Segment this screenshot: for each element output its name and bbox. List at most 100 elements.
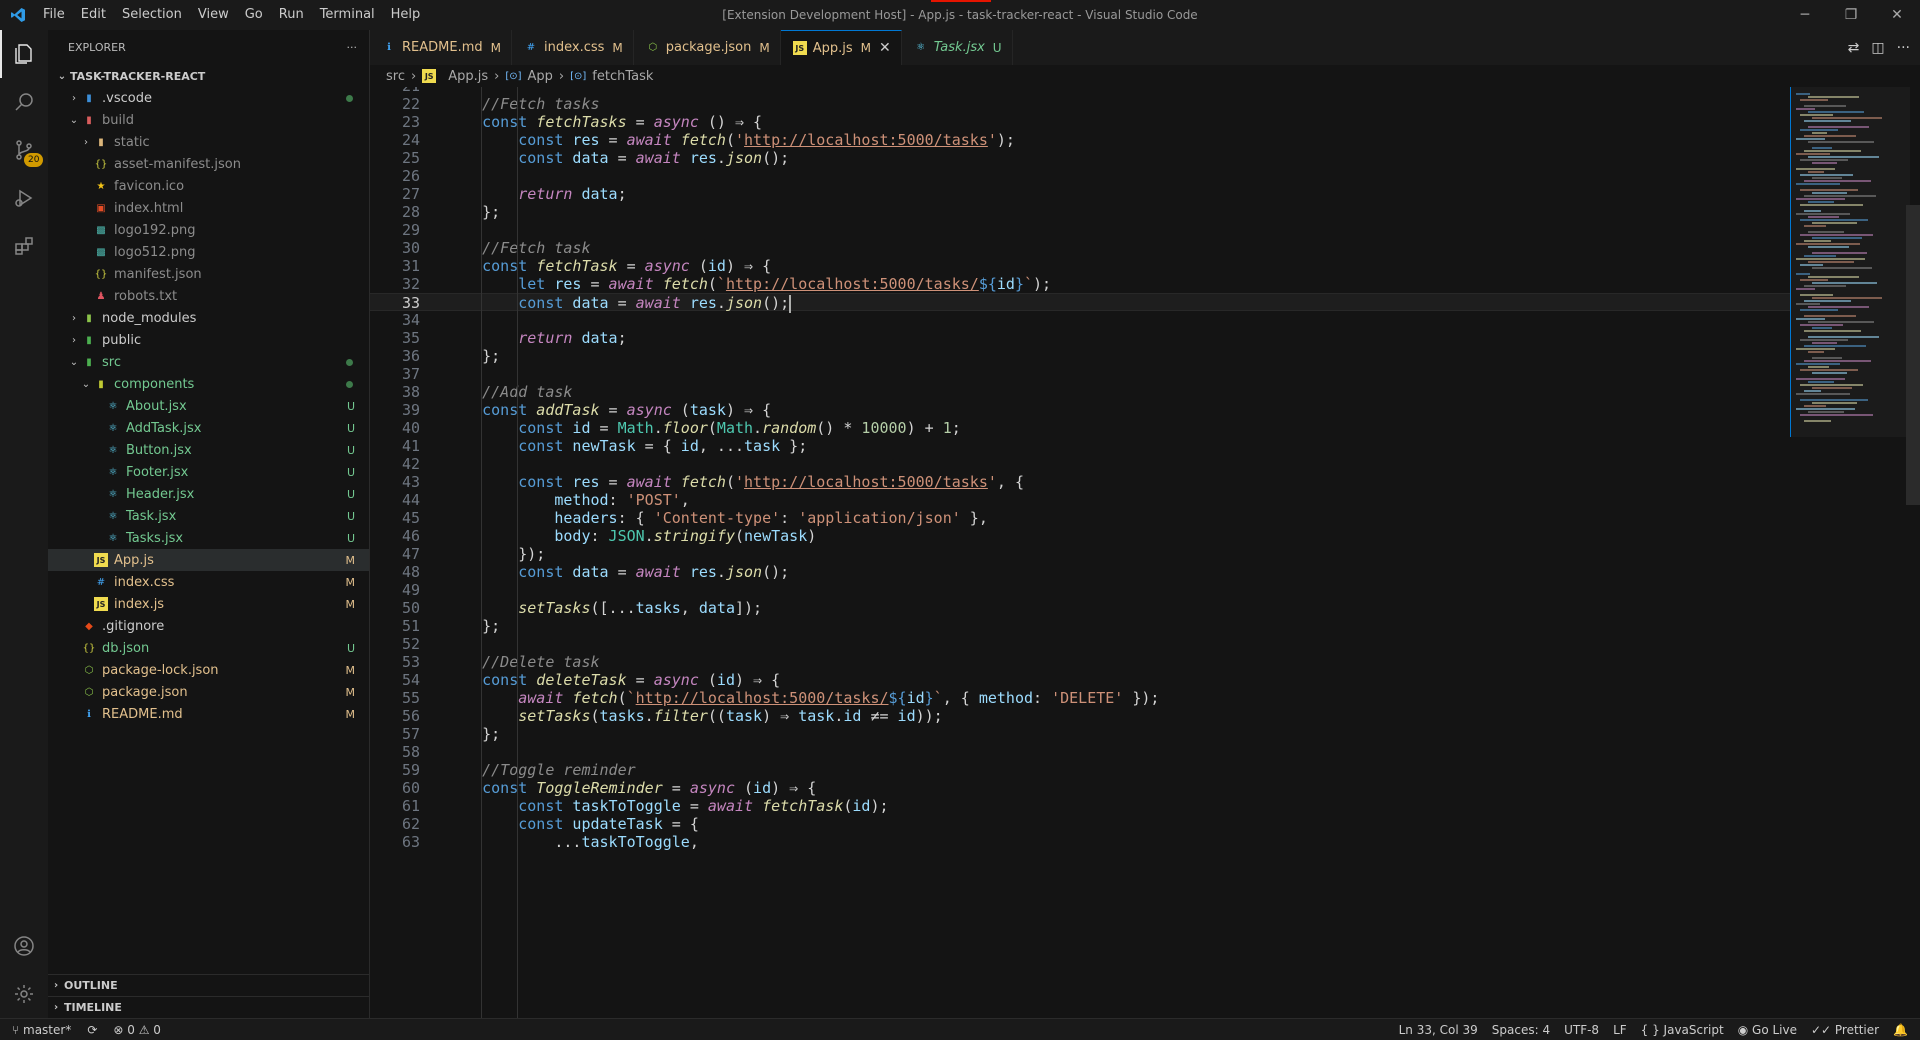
tree-item-gitignore[interactable]: ◆ .gitignore — [48, 615, 369, 637]
react-icon: ⚛ — [108, 422, 118, 434]
minimap-line — [1804, 390, 1821, 392]
tree-item-node-modules[interactable]: › ▮ node_modules — [48, 307, 369, 329]
timeline-section[interactable]: › TIMELINE — [48, 996, 370, 1018]
tree-item-index-html[interactable]: ▣ index.html — [48, 197, 369, 219]
tab-readme-md[interactable]: ℹ README.md M — [370, 30, 512, 65]
token: deleteTask — [536, 671, 627, 689]
minimap-line — [1804, 420, 1831, 422]
editor-scrollbar[interactable] — [1906, 205, 1920, 505]
breadcrumb-item[interactable]: fetchTask — [592, 69, 653, 84]
tree-item-favicon-ico[interactable]: ★ favicon.ico — [48, 175, 369, 197]
tab-index-css[interactable]: # index.css M — [512, 30, 634, 65]
prettier-button[interactable]: ✓✓ Prettier — [1811, 1023, 1879, 1037]
breadcrumb-item[interactable]: App.js — [448, 69, 488, 84]
tree-item-static[interactable]: › ▮ static — [48, 131, 369, 153]
tree-item-addtask-jsx[interactable]: ⚛ AddTask.jsx U — [48, 417, 369, 439]
tree-item-public[interactable]: › ▮ public — [48, 329, 369, 351]
tree-item-task-jsx[interactable]: ⚛ Task.jsx U — [48, 505, 369, 527]
minimap-line — [1812, 282, 1877, 284]
git-status-badge: M — [345, 707, 356, 721]
more-actions-icon[interactable]: ··· — [1897, 40, 1910, 56]
restore-button[interactable]: ❐ — [1828, 0, 1874, 30]
tree-item-index-js[interactable]: JS index.js M — [48, 593, 369, 615]
explorer-more-button[interactable]: ··· — [347, 41, 358, 54]
minimap-line — [1804, 135, 1856, 137]
menu-file[interactable]: File — [35, 0, 73, 30]
react-icon: ⚛ — [108, 466, 118, 478]
code-line: 57}; — [370, 725, 1790, 743]
tree-item-readme-md[interactable]: ℹ README.md M — [48, 703, 369, 725]
language-mode[interactable]: { } JavaScript — [1641, 1023, 1724, 1037]
notifications-bell-icon[interactable]: 🔔 — [1893, 1023, 1908, 1037]
git-status-badge: U — [346, 465, 355, 479]
problems-indicator[interactable]: ⊗ 0 ⚠ 0 — [113, 1023, 161, 1037]
code-editor[interactable]: 2122 //Fetch tasks 23 const fetchTasks = as… — [370, 87, 1920, 1018]
css-icon: # — [96, 576, 106, 588]
search-icon[interactable] — [0, 78, 48, 126]
tree-item-package-json[interactable]: ⬡ package.json M — [48, 681, 369, 703]
tree-item-about-jsx[interactable]: ⚛ About.jsx U — [48, 395, 369, 417]
workspace-root[interactable]: ⌄ TASK-TRACKER-REACT — [48, 65, 369, 87]
menu-view[interactable]: View — [190, 0, 237, 30]
close-window-button[interactable]: ✕ — [1874, 0, 1920, 30]
go-live-button[interactable]: ◉ Go Live — [1738, 1023, 1797, 1037]
token: method — [978, 689, 1034, 707]
tree-item-index-css[interactable]: # index.css M — [48, 571, 369, 593]
minimap-line — [1812, 147, 1832, 149]
menu-edit[interactable]: Edit — [73, 0, 114, 30]
account-icon[interactable] — [0, 922, 48, 970]
tab-app-js[interactable]: JS App.js M ✕ — [780, 30, 902, 65]
breadcrumb-item[interactable]: App — [528, 69, 553, 84]
tree-item-footer-jsx[interactable]: ⚛ Footer.jsx U — [48, 461, 369, 483]
settings-gear-icon[interactable] — [0, 970, 48, 1018]
tree-item-app-js[interactable]: JS App.js M — [48, 549, 369, 571]
menu-help[interactable]: Help — [383, 0, 429, 30]
tree-item-build[interactable]: ⌄ ▮ build — [48, 109, 369, 131]
tree-item-vscode[interactable]: › ▮ .vscode — [48, 87, 369, 109]
tree-item-asset-manifest-json[interactable]: {} asset-manifest.json — [48, 153, 369, 175]
line-number: 44 — [401, 491, 420, 509]
menu-run[interactable]: Run — [271, 0, 312, 30]
tab-package-json[interactable]: ⬡ package.json M — [634, 30, 781, 65]
outline-section[interactable]: › OUTLINE — [48, 974, 370, 996]
sync-button[interactable]: ⟳ — [87, 1023, 97, 1037]
end-of-line[interactable]: LF — [1613, 1023, 1627, 1037]
menu-go[interactable]: Go — [237, 0, 271, 30]
minimize-button[interactable]: ─ — [1782, 0, 1828, 30]
tree-item-manifest-json[interactable]: {} manifest.json — [48, 263, 369, 285]
tree-item-header-jsx[interactable]: ⚛ Header.jsx U — [48, 483, 369, 505]
token: const — [518, 815, 573, 833]
tree-item-logo512-png[interactable]: ▩ logo512.png — [48, 241, 369, 263]
code-text: let res = await fetch(`http://localhost:… — [446, 275, 1051, 293]
indentation[interactable]: Spaces: 4 — [1492, 1023, 1550, 1037]
menu-terminal[interactable]: Terminal — [312, 0, 383, 30]
tree-item-package-lock-json[interactable]: ⬡ package-lock.json M — [48, 659, 369, 681]
explorer-icon[interactable] — [0, 30, 48, 78]
close-tab-icon[interactable]: ✕ — [879, 40, 891, 56]
breadcrumb-item[interactable]: src — [386, 69, 405, 84]
tree-item-db-json[interactable]: {} db.json U — [48, 637, 369, 659]
tree-item-button-jsx[interactable]: ⚛ Button.jsx U — [48, 439, 369, 461]
token: id — [572, 419, 591, 437]
encoding[interactable]: UTF-8 — [1564, 1023, 1599, 1037]
run-debug-icon[interactable] — [0, 174, 48, 222]
source-control-icon[interactable]: 20 — [0, 126, 48, 174]
line-number: 40 — [401, 419, 420, 437]
token: const — [518, 563, 573, 581]
split-editor-icon[interactable]: ◫ — [1871, 40, 1884, 56]
tree-item-logo192-png[interactable]: ▩ logo192.png — [48, 219, 369, 241]
minimap-line — [1804, 330, 1861, 332]
branch-indicator[interactable]: ⑂ master* — [12, 1023, 71, 1037]
open-changes-icon[interactable]: ⇄ — [1848, 40, 1860, 56]
tree-item-src[interactable]: ⌄ ▮ src — [48, 351, 369, 373]
tab-task-jsx[interactable]: ⚛ Task.jsx U — [902, 30, 1013, 65]
chevron-right-icon: › — [72, 334, 76, 346]
code-line: 44 method: 'POST', — [370, 491, 1790, 509]
tree-item-tasks-jsx[interactable]: ⚛ Tasks.jsx U — [48, 527, 369, 549]
menu-selection[interactable]: Selection — [114, 0, 190, 30]
tree-item-robots-txt[interactable]: ♟ robots.txt — [48, 285, 369, 307]
extensions-icon[interactable] — [0, 222, 48, 270]
cursor-position[interactable]: Ln 33, Col 39 — [1399, 1023, 1478, 1037]
tree-item-components[interactable]: ⌄ ▮ components — [48, 373, 369, 395]
minimap[interactable] — [1790, 87, 1910, 1018]
